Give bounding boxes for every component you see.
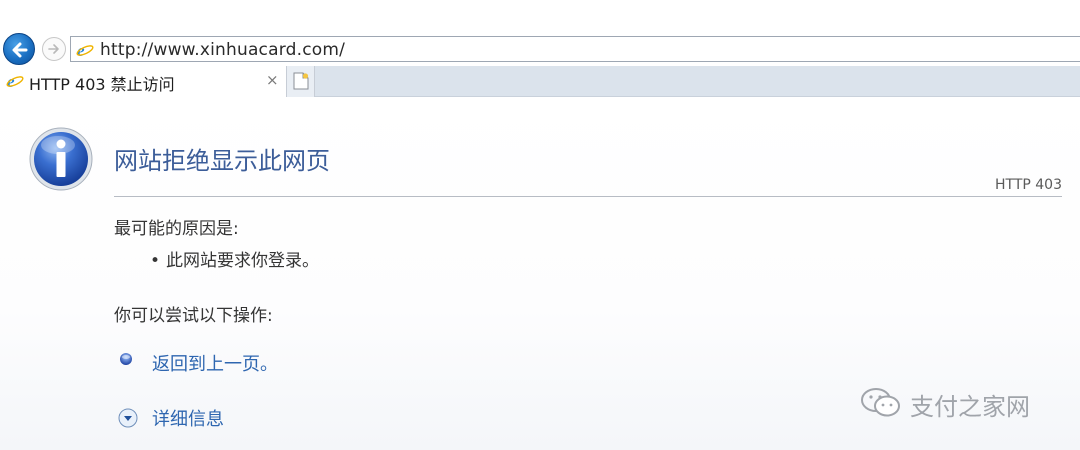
back-button[interactable] — [3, 33, 35, 65]
ie-logo-icon: e — [76, 41, 94, 59]
list-item: • 此网站要求你登录。 — [150, 246, 319, 271]
tab-strip: e HTTP 403 禁止访问 × — [0, 66, 1080, 97]
tab-close-button[interactable]: × — [266, 71, 279, 89]
info-icon — [29, 127, 93, 191]
tab-active[interactable]: e HTTP 403 禁止访问 × — [0, 66, 287, 97]
forward-arrow-icon — [48, 44, 59, 54]
try-heading: 你可以尝试以下操作: — [114, 306, 273, 326]
page-title: 网站拒绝显示此网页 — [114, 147, 330, 175]
go-back-label: 返回到上一页。 — [152, 354, 278, 375]
chevron-down-circle-icon — [118, 408, 138, 428]
watermark-text: 支付之家网 — [910, 393, 1030, 421]
ie-logo-icon: e — [6, 72, 24, 90]
reason-text: 此网站要求你登录。 — [166, 251, 319, 271]
svg-text:e: e — [7, 72, 15, 90]
browser-window: e http://www.xinhuacard.com/ e HTTP 403 … — [0, 0, 1080, 450]
address-bar-row: e http://www.xinhuacard.com/ — [0, 32, 1080, 66]
back-arrow-icon — [12, 42, 28, 58]
bullet: • — [150, 251, 161, 271]
wechat-icon — [861, 388, 900, 417]
blue-bullet-icon — [120, 353, 132, 365]
address-input[interactable]: e http://www.xinhuacard.com/ — [70, 36, 1080, 62]
more-info-label: 详细信息 — [152, 409, 224, 430]
forward-button[interactable] — [42, 37, 66, 61]
new-tab-button[interactable] — [287, 66, 315, 97]
tab-title: HTTP 403 禁止访问 — [29, 75, 175, 94]
error-page: 网站拒绝显示此网页 HTTP 403 最可能的原因是: • 此网站要求你登录。 你… — [0, 97, 1080, 450]
new-tab-icon — [293, 72, 309, 90]
address-url-text: http://www.xinhuacard.com/ — [100, 40, 346, 60]
reason-heading: 最可能的原因是: — [114, 219, 239, 239]
title-divider — [114, 196, 1062, 197]
http-status-code: HTTP 403 — [995, 177, 1062, 193]
svg-text:e: e — [77, 41, 85, 59]
